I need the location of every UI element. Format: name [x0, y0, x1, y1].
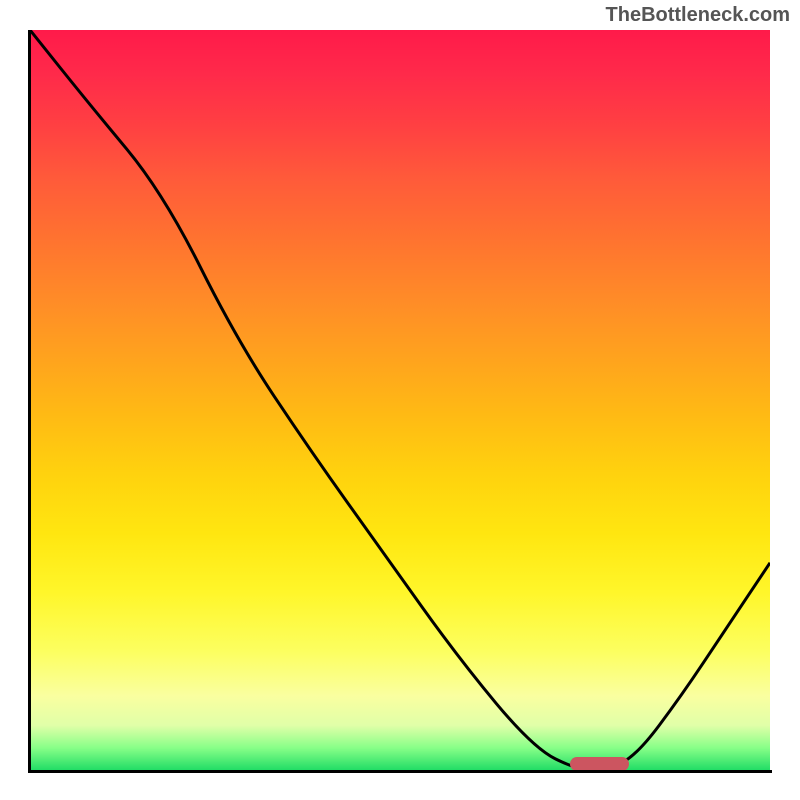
plot-area	[30, 30, 770, 770]
watermark-text: TheBottleneck.com	[606, 4, 790, 27]
gradient-background	[30, 30, 770, 770]
chart-container: TheBottleneck.com	[0, 0, 800, 800]
y-axis-line	[28, 30, 31, 772]
x-axis-line	[28, 770, 772, 773]
